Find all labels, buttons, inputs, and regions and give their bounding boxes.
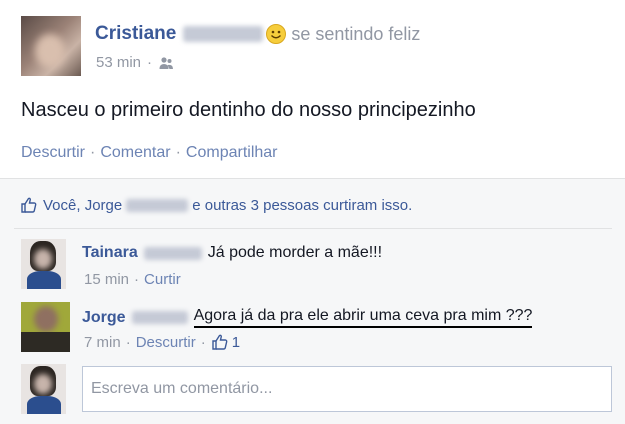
comment-time[interactable]: 7 min [84,334,121,351]
comment-avatar-tainara[interactable] [21,239,66,289]
liker-surname-redacted [126,198,189,212]
unlike-comment-button[interactable]: Descurtir [136,334,196,351]
comment-time[interactable]: 15 min [84,271,129,288]
comment-author[interactable]: Tainara [82,244,138,262]
like-comment-button[interactable]: Curtir [144,271,181,288]
author-surname-redacted [183,26,264,42]
likes-prefix[interactable]: Você, Jorge [43,197,122,214]
comment-meta-2: 7 min · Descurtir · 1 [84,333,241,351]
post-text: Nasceu o primeiro dentinho do nosso prin… [21,99,476,121]
post-actions: Descurtir · Comentar · Compartilhar [21,144,278,162]
feeling-text: se sentindo feliz [291,23,421,44]
thumbs-up-icon [20,196,38,214]
comment-line-2: Jorge Agora já da pra ele abrir uma ceva… [82,307,533,328]
share-post-button[interactable]: Compartilhar [186,144,278,162]
comment-text: Agora já da pra ele abrir uma ceva pra m… [193,307,533,328]
unlike-post-button[interactable]: Descurtir [21,144,85,162]
post-meta: 53 min · [96,54,174,71]
likes-summary: Você, Jorge e outras 3 pessoas curtiram … [20,196,412,214]
happy-emoji-icon [266,24,287,44]
author-avatar[interactable] [21,16,81,76]
comment-line-1: Tainara Já pode morder a mãe!!! [82,244,382,262]
comment-input[interactable] [82,366,612,412]
friends-audience-icon[interactable] [158,56,174,70]
likes-suffix[interactable]: e outras 3 pessoas curtiram isso. [192,197,412,214]
comment-text: Já pode morder a mãe!!! [207,244,383,261]
comment-like-count[interactable]: 1 [211,333,240,351]
thumbs-up-icon [211,333,229,351]
like-count: 1 [231,333,241,351]
comment-author[interactable]: Jorge [82,309,126,327]
comment-post-button[interactable]: Comentar [100,144,170,162]
author-name[interactable]: Cristiane [95,23,176,45]
divider [14,228,612,229]
comment-author-surname-redacted [143,246,202,260]
comment-avatar-jorge[interactable] [21,302,70,352]
comment-meta-1: 15 min · Curtir [84,271,181,288]
comment-author-surname-redacted [131,311,188,324]
post-header-line: Cristiane se sentindo feliz [95,21,420,47]
composer-avatar[interactable] [21,364,66,414]
post-time[interactable]: 53 min [96,54,141,71]
